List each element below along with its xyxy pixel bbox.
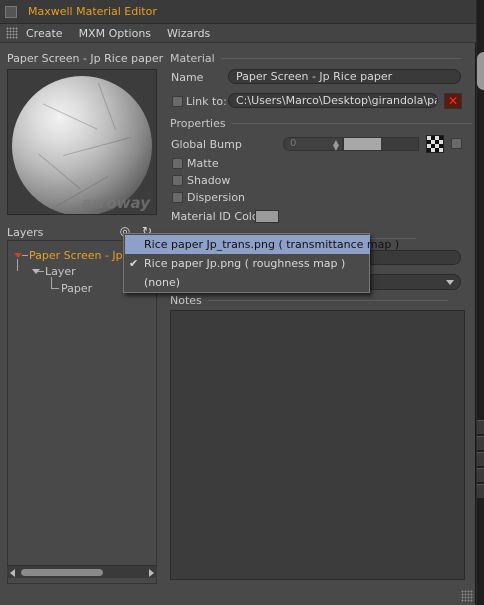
matte-checkbox[interactable] (172, 158, 183, 169)
link-path-field[interactable]: C:\Users\Marco\Desktop\girandola\pape (228, 93, 438, 108)
bump-enable-checkbox[interactable] (451, 138, 462, 149)
menu-create[interactable]: Create (26, 27, 63, 40)
material-id-label: Material ID Color (171, 210, 264, 223)
window-title: Maxwell Material Editor (28, 5, 157, 18)
shadow-label: Shadow (187, 174, 231, 187)
material-id-color-swatch[interactable] (255, 210, 279, 223)
menu-wizards[interactable]: Wizards (167, 27, 210, 40)
layers-label: Layers (7, 226, 44, 239)
notes-textarea[interactable] (170, 310, 465, 580)
notes-section-heading: Notes (170, 294, 448, 307)
name-field[interactable]: Paper Screen - Jp Rice paper (228, 69, 461, 84)
spinner-arrows-icon[interactable]: ▲ ▼ (333, 139, 339, 152)
global-bump-spinner[interactable]: 0 ▲ ▼ (283, 137, 343, 152)
popup-item-none[interactable]: (none) (125, 273, 370, 292)
tree-item-material[interactable]: Paper Screen - Jp R (29, 249, 134, 262)
scroll-right-icon[interactable] (149, 569, 154, 577)
tree-item-layer[interactable]: Layer (45, 265, 76, 278)
scroll-left-icon[interactable] (10, 569, 15, 577)
tree-item-paper[interactable]: Paper (61, 282, 92, 295)
checkmark-icon: ✔ (129, 257, 139, 270)
shadow-checkbox[interactable] (172, 175, 183, 186)
texture-map-icon[interactable] (426, 135, 444, 153)
resize-grip-icon[interactable] (461, 590, 473, 602)
preview-label: Paper Screen - Jp Rice paper (7, 52, 164, 65)
obscured-dropdown[interactable] (365, 274, 461, 290)
popup-item-roughness[interactable]: ✔ Rice paper Jp.png ( roughness map ) (125, 254, 370, 273)
dispersion-label: Dispersion (187, 191, 246, 204)
name-label: Name (171, 71, 204, 84)
global-bump-slider[interactable] (343, 137, 419, 151)
global-bump-label: Global Bump (171, 138, 242, 151)
link-to-checkbox[interactable] (172, 96, 183, 107)
title-bar: Maxwell Material Editor (0, 0, 476, 24)
preview-watermark: arroway (81, 194, 150, 212)
dispersion-checkbox[interactable] (172, 192, 183, 203)
link-to-label: Link to: (186, 95, 227, 108)
properties-section-heading: Properties (170, 117, 472, 130)
chevron-down-icon (446, 280, 454, 285)
material-preview[interactable]: arroway (7, 69, 157, 215)
window-menu-icon[interactable] (5, 5, 17, 18)
matte-label: Matte (187, 157, 219, 170)
remove-link-icon[interactable]: ✕ (444, 93, 462, 109)
menu-mxm-options[interactable]: MXM Options (79, 27, 151, 40)
material-editor-window: Maxwell Material Editor Create MXM Optio… (0, 0, 476, 605)
layer-map-popup-menu: Rice paper Jp_trans.png ( transmittance … (123, 233, 399, 293)
left-pane: Paper Screen - Jp Rice paper arroway Lay… (0, 44, 163, 605)
popup-item-transmittance[interactable]: Rice paper Jp_trans.png ( transmittance … (125, 235, 399, 254)
background-preview-fragment (477, 52, 484, 90)
horizontal-scrollbar[interactable] (7, 565, 157, 578)
material-section-heading: Material (170, 52, 461, 65)
grip-icon (6, 27, 18, 39)
background-window-edge (477, 0, 484, 605)
expand-arrow-icon[interactable] (14, 253, 22, 258)
menu-bar: Create MXM Options Wizards (0, 24, 476, 43)
scroll-thumb[interactable] (21, 569, 103, 576)
slider-fill (344, 138, 381, 150)
